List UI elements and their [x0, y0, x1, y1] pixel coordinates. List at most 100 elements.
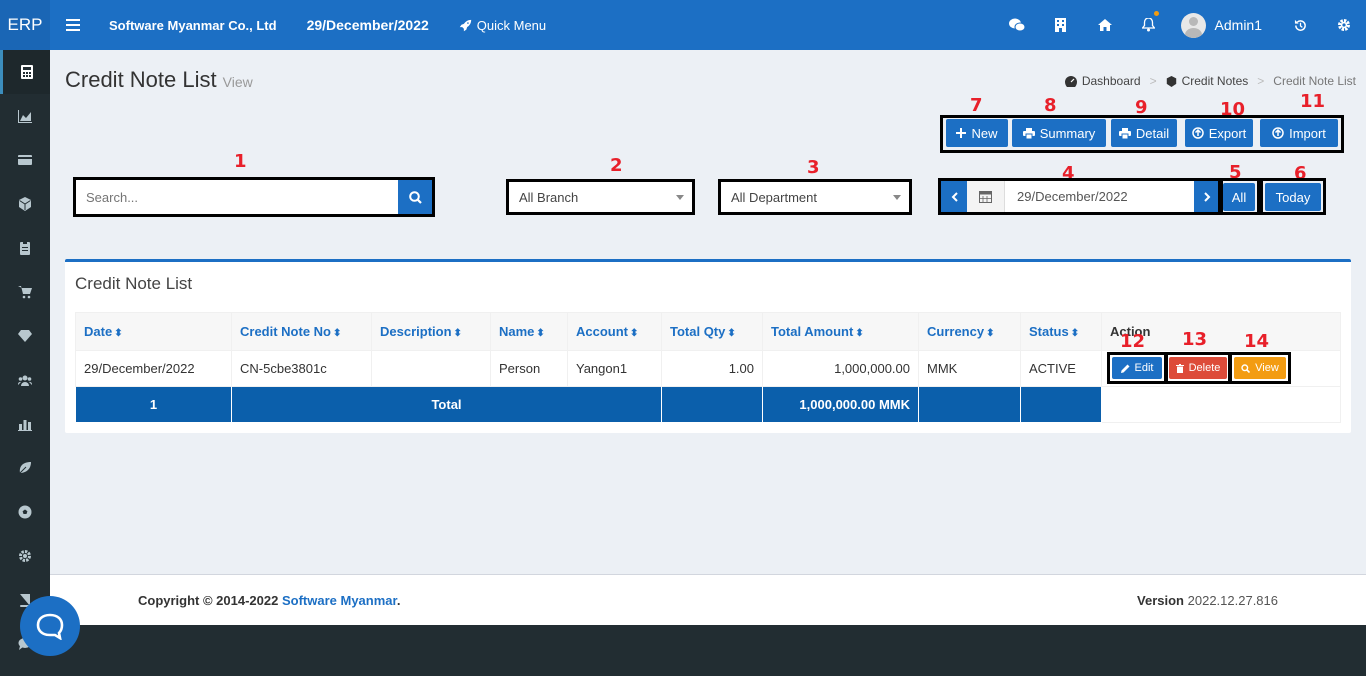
column-header[interactable]: Currency ⬍	[918, 312, 1021, 351]
total-count: 1	[75, 386, 232, 423]
user-name: Admin1	[1214, 17, 1262, 33]
branch-select[interactable]: All Branch	[506, 179, 695, 215]
futbol-icon[interactable]	[0, 490, 50, 534]
cube-icon	[1166, 75, 1176, 87]
cell-account: Yangon1	[567, 350, 662, 387]
total-currency-cell	[918, 386, 1021, 423]
gear-icon[interactable]	[1322, 0, 1366, 50]
import-button[interactable]: Import	[1260, 119, 1338, 147]
trash-icon	[1175, 363, 1184, 373]
today-button[interactable]: Today	[1265, 183, 1321, 211]
column-header[interactable]: Total Amount ⬍	[762, 312, 919, 351]
users-icon[interactable]	[0, 358, 50, 402]
annotation-11: 11	[1300, 91, 1326, 112]
view-button[interactable]: View	[1234, 357, 1286, 379]
column-header[interactable]: Total Qty ⬍	[661, 312, 763, 351]
bottom-bar	[50, 625, 1366, 676]
date-input[interactable]: 29/December/2022	[1005, 181, 1194, 212]
breadcrumb-separator: >	[1149, 74, 1157, 88]
cell-currency: MMK	[918, 350, 1021, 387]
column-header[interactable]: Credit Note No ⬍	[231, 312, 372, 351]
copyright: Copyright © 2014-2022 Software Myanmar.	[138, 593, 400, 608]
area-chart-icon[interactable]	[0, 94, 50, 138]
company-name: Software Myanmar Co., Ltd	[109, 17, 277, 33]
chevron-right-icon	[1203, 191, 1210, 202]
column-label: Currency	[927, 324, 985, 339]
cog-icon[interactable]	[0, 534, 50, 578]
export-button[interactable]: Export	[1185, 119, 1253, 147]
annotation-3: 3	[807, 157, 820, 178]
annotation-14: 14	[1244, 331, 1270, 352]
column-label: Name	[499, 324, 535, 339]
column-label: Date	[84, 324, 113, 339]
prev-date-button[interactable]	[941, 181, 967, 212]
search-input[interactable]	[76, 180, 398, 214]
version-number: 2022.12.27.816	[1187, 593, 1278, 608]
bar-chart-icon[interactable]	[0, 402, 50, 446]
cart-icon[interactable]	[0, 270, 50, 314]
annotation-1: 1	[234, 151, 247, 172]
all-button[interactable]: All	[1223, 183, 1255, 211]
sort-icon: ⬍	[727, 328, 736, 339]
rocket-icon	[459, 19, 471, 31]
history-icon[interactable]	[1278, 0, 1322, 50]
column-header[interactable]: Name ⬍	[490, 312, 568, 351]
sort-icon: ⬍	[536, 328, 545, 339]
next-date-button[interactable]	[1194, 181, 1220, 212]
export-button-label: Export	[1208, 125, 1247, 141]
breadcrumb-dashboard[interactable]: Dashboard	[1082, 74, 1141, 88]
clipboard-icon[interactable]	[0, 226, 50, 270]
sort-icon: ⬍	[453, 328, 462, 339]
search-button[interactable]	[398, 180, 432, 214]
total-qty-cell	[661, 386, 763, 423]
breadcrumb-credit-notes[interactable]: Credit Notes	[1182, 74, 1249, 88]
new-button[interactable]: New	[946, 119, 1008, 147]
total-action-cell	[1101, 386, 1341, 423]
caret-down-icon	[893, 195, 901, 200]
annotation-8: 8	[1044, 95, 1057, 116]
department-select[interactable]: All Department	[718, 179, 912, 215]
calculator-icon[interactable]	[0, 50, 50, 94]
edit-button[interactable]: Edit	[1112, 357, 1162, 379]
content-area: Credit Note List View Dashboard > Credit …	[50, 50, 1366, 574]
wechat-icon[interactable]	[995, 0, 1039, 50]
delete-button[interactable]: Delete	[1169, 357, 1227, 379]
home-icon[interactable]	[1083, 0, 1127, 50]
total-amount: 1,000,000.00 MMK	[762, 386, 919, 423]
menu-toggle-icon[interactable]	[66, 19, 80, 31]
delete-button-label: Delete	[1188, 362, 1221, 374]
calendar-icon[interactable]	[967, 181, 1005, 212]
summary-button[interactable]: Summary	[1012, 119, 1106, 147]
app-logo[interactable]: ERP	[0, 0, 50, 50]
diamond-icon[interactable]	[0, 314, 50, 358]
cell-status: ACTIVE	[1020, 350, 1102, 387]
credit-card-icon[interactable]	[0, 138, 50, 182]
building-icon[interactable]	[1039, 0, 1083, 50]
detail-button[interactable]: Detail	[1111, 119, 1177, 147]
column-header[interactable]: Status ⬍	[1020, 312, 1102, 351]
copyright-text: Copyright © 2014-2022	[138, 593, 279, 608]
import-icon	[1272, 127, 1284, 139]
column-header[interactable]: Description ⬍	[371, 312, 491, 351]
page-title: Credit Note List View	[65, 67, 253, 93]
avatar	[1180, 12, 1206, 38]
company-link[interactable]: Software Myanmar	[282, 593, 397, 608]
sidebar	[0, 50, 50, 676]
chat-widget-button[interactable]	[20, 596, 80, 656]
cube-icon[interactable]	[0, 182, 50, 226]
cell-total-amount: 1,000,000.00	[762, 350, 919, 387]
sort-icon: ⬍	[114, 328, 123, 339]
column-label: Status	[1029, 324, 1069, 339]
search-icon	[1241, 363, 1251, 373]
summary-button-label: Summary	[1039, 125, 1096, 141]
quick-menu-button[interactable]: Quick Menu	[459, 18, 546, 33]
bell-icon[interactable]	[1127, 0, 1171, 50]
leaf-icon[interactable]	[0, 446, 50, 490]
version: Version 2022.12.27.816	[1137, 593, 1278, 608]
column-header[interactable]: Account ⬍	[567, 312, 662, 351]
user-menu[interactable]: Admin1	[1171, 12, 1278, 38]
column-label: Credit Note No	[240, 324, 331, 339]
table-header-row: Date ⬍ Credit Note No ⬍ Description ⬍ Name ⬍…	[75, 312, 1341, 351]
annotation-2: 2	[610, 155, 623, 176]
column-header[interactable]: Date ⬍	[75, 312, 232, 351]
